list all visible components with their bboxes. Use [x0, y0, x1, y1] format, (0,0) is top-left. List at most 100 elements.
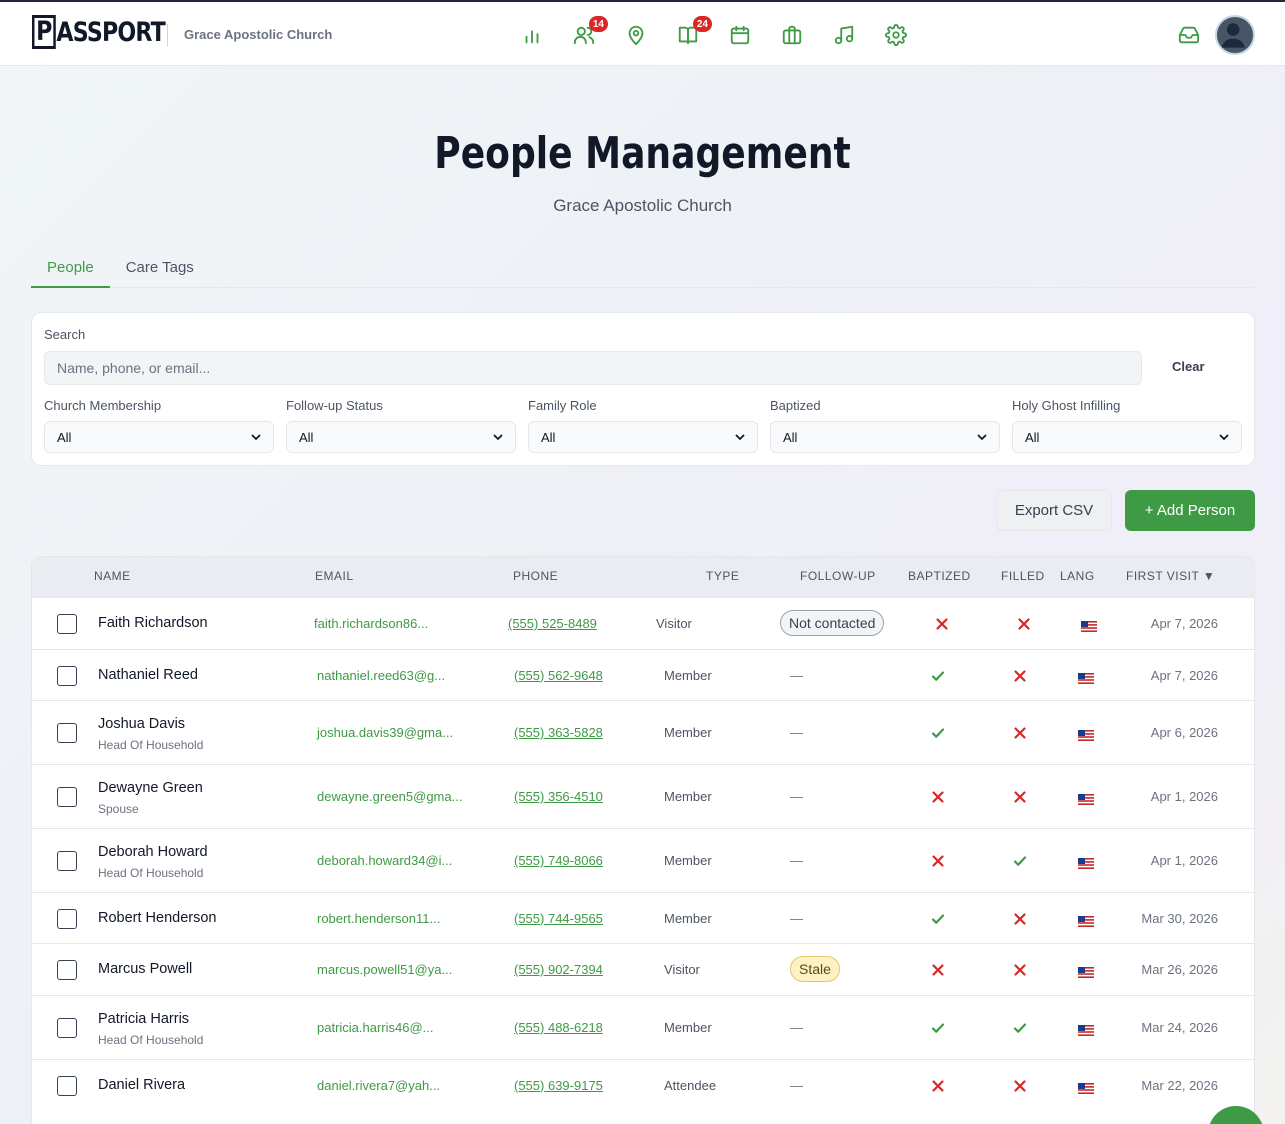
person-email[interactable]: faith.richardson86...: [314, 616, 428, 631]
table-row[interactable]: Patricia Harris Head Of Household patricia…: [32, 995, 1254, 1059]
followup-status-empty: —: [790, 910, 803, 926]
column-header-baptized[interactable]: BAPTIZED: [908, 569, 971, 583]
column-header-type[interactable]: TYPE: [706, 569, 739, 583]
column-header-follow-up[interactable]: FOLLOW-UP: [800, 569, 876, 583]
person-email[interactable]: deborah.howard34@i...: [317, 853, 452, 868]
table-row[interactable]: Marcus Powell marcus.powell51@ya... (555) …: [32, 943, 1254, 995]
person-name[interactable]: Deborah Howard: [98, 844, 208, 860]
row-checkbox[interactable]: [57, 960, 77, 980]
clear-button[interactable]: Clear: [1172, 359, 1205, 374]
holy-ghost-filter-label: Holy Ghost Infilling: [1012, 398, 1121, 413]
family-role-select[interactable]: All: [528, 421, 758, 453]
column-header-first-visit[interactable]: FIRST VISIT ▼: [1126, 569, 1215, 583]
us-flag-icon: [1078, 965, 1094, 978]
column-header-name[interactable]: NAME: [94, 569, 131, 583]
person-email[interactable]: marcus.powell51@ya...: [317, 962, 452, 977]
bar-chart-icon: [525, 30, 539, 44]
person-phone[interactable]: (555) 744-9565: [514, 911, 603, 926]
us-flag-icon: [1078, 1081, 1094, 1094]
person-name[interactable]: Marcus Powell: [98, 961, 192, 977]
table-row[interactable]: Deborah Howard Head Of Household deborah.h…: [32, 828, 1254, 892]
table-row[interactable]: Joshua Davis Head Of Household joshua.davi…: [32, 700, 1254, 764]
row-checkbox[interactable]: [57, 723, 77, 743]
column-header-email[interactable]: EMAIL: [315, 569, 354, 583]
person-email[interactable]: daniel.rivera7@yah...: [317, 1078, 440, 1093]
row-checkbox[interactable]: [57, 787, 77, 807]
membership-select[interactable]: All: [44, 421, 274, 453]
search-input[interactable]: [44, 351, 1142, 385]
ministries-nav-button[interactable]: [774, 20, 810, 50]
person-email[interactable]: dewayne.green5@gma...: [317, 789, 462, 804]
filled-x-icon: [1012, 668, 1028, 684]
person-email[interactable]: patricia.harris46@...: [317, 1020, 434, 1035]
add-person-button[interactable]: + Add Person: [1125, 490, 1255, 531]
person-email[interactable]: joshua.davis39@gma...: [317, 725, 453, 740]
family-role: Head Of Household: [98, 866, 204, 880]
people-table: NAME EMAIL PHONE TYPE FOLLOW-UP BAPTIZED…: [31, 556, 1255, 1124]
followup-status-empty: —: [790, 789, 803, 804]
analytics-nav-button[interactable]: [514, 20, 550, 50]
people-nav-button[interactable]: 14: [566, 16, 608, 50]
person-phone[interactable]: (555) 562-9648: [514, 668, 603, 683]
person-name[interactable]: Robert Henderson: [98, 910, 217, 926]
us-flag-icon: [1078, 1023, 1094, 1036]
tab-people[interactable]: People: [31, 248, 110, 288]
person-email[interactable]: nathaniel.reed63@g...: [317, 668, 445, 683]
baptized-select[interactable]: All: [770, 421, 1000, 453]
followup-select[interactable]: All: [286, 421, 516, 453]
first-visit-date: Mar 24, 2026: [1141, 1020, 1218, 1035]
person-phone[interactable]: (555) 525-8489: [508, 616, 597, 631]
table-row[interactable]: Faith Richardson faith.richardson86... (55…: [32, 597, 1254, 649]
bible-study-nav-button[interactable]: 24: [670, 16, 712, 50]
export-csv-button[interactable]: Export CSV: [996, 490, 1112, 531]
row-checkbox[interactable]: [57, 908, 77, 929]
person-name[interactable]: Daniel Rivera: [98, 1077, 185, 1093]
row-checkbox[interactable]: [57, 851, 77, 871]
person-phone[interactable]: (555) 639-9175: [514, 1078, 603, 1093]
person-phone[interactable]: (555) 363-5828: [514, 725, 603, 740]
person-name[interactable]: Dewayne Green: [98, 780, 203, 796]
table-row[interactable]: Daniel Rivera daniel.rivera7@yah... (555) …: [32, 1059, 1254, 1110]
person-type: Visitor: [656, 616, 692, 631]
row-checkbox[interactable]: [57, 1018, 77, 1038]
table-row[interactable]: Nathaniel Reed nathaniel.reed63@g... (555)…: [32, 649, 1254, 700]
filter-panel: Search Clear Church Membership Follow-up…: [31, 312, 1255, 466]
person-phone[interactable]: (555) 488-6218: [514, 1020, 603, 1035]
table-row[interactable]: Dewayne Green Spouse dewayne.green5@gma...…: [32, 764, 1254, 828]
row-checkbox[interactable]: [57, 665, 77, 686]
locations-nav-button[interactable]: [618, 20, 654, 50]
user-avatar[interactable]: [1215, 15, 1255, 55]
family-role-filter-label: Family Role: [528, 398, 597, 413]
row-checkbox[interactable]: [57, 1075, 77, 1096]
table-row[interactable]: Robert Henderson robert.henderson11... (55…: [32, 892, 1254, 943]
row-checkbox[interactable]: [57, 614, 77, 634]
tab-care-tags[interactable]: Care Tags: [110, 248, 210, 288]
us-flag-icon: [1078, 856, 1094, 869]
settings-nav-button[interactable]: [878, 20, 914, 50]
first-visit-date: Mar 30, 2026: [1141, 910, 1218, 926]
passport-logo[interactable]: P ASSPORT: [32, 14, 166, 50]
column-header-lang[interactable]: LANG: [1060, 569, 1095, 583]
followup-status-empty: —: [790, 1077, 803, 1093]
column-header-filled[interactable]: FILLED: [1001, 569, 1045, 583]
person-email[interactable]: robert.henderson11...: [317, 911, 440, 926]
baptized-check-icon: [930, 725, 946, 741]
inbox-button[interactable]: [1176, 23, 1202, 47]
baptized-select-value: All: [783, 429, 798, 445]
holy-ghost-select[interactable]: All: [1012, 421, 1242, 453]
followup-status-empty: —: [790, 1020, 803, 1035]
calendar-nav-button[interactable]: [722, 20, 758, 50]
person-name[interactable]: Joshua Davis: [98, 716, 185, 732]
chevron-down-icon: [1219, 434, 1229, 441]
person-phone[interactable]: (555) 356-4510: [514, 789, 603, 804]
column-header-phone[interactable]: PHONE: [513, 569, 558, 583]
filled-x-icon: [1012, 911, 1028, 927]
baptized-x-icon: [930, 789, 946, 805]
baptized-check-icon: [930, 668, 946, 684]
person-name[interactable]: Patricia Harris: [98, 1011, 189, 1027]
person-phone[interactable]: (555) 902-7394: [514, 962, 603, 977]
person-name[interactable]: Faith Richardson: [98, 615, 208, 631]
person-name[interactable]: Nathaniel Reed: [98, 667, 198, 683]
music-nav-button[interactable]: [826, 20, 862, 50]
person-phone[interactable]: (555) 749-8066: [514, 853, 603, 868]
